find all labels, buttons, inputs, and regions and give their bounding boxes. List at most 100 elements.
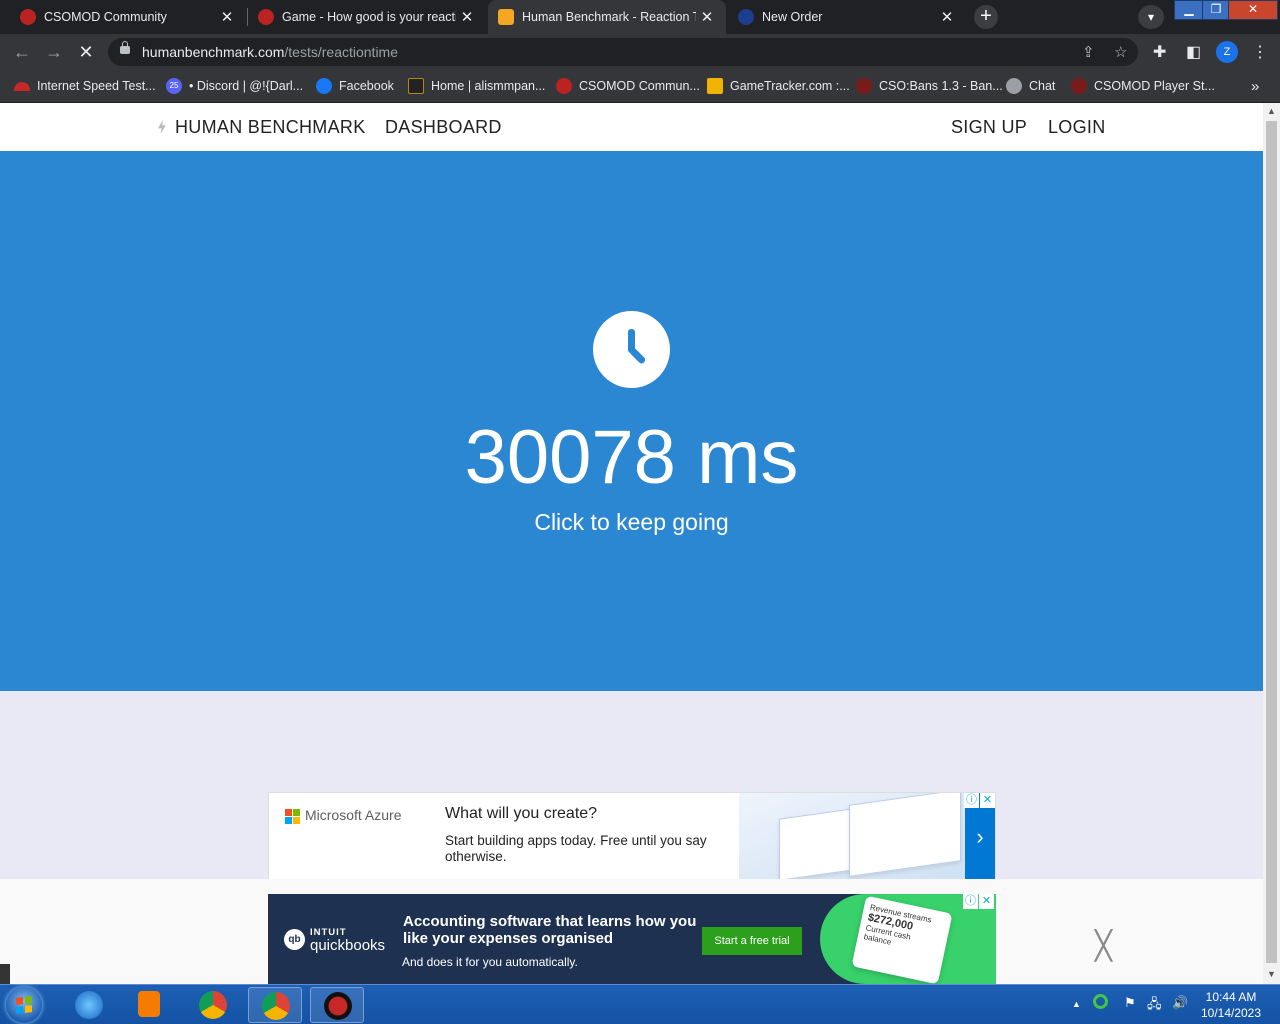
forward-arrow-icon[interactable]: → — [40, 34, 68, 70]
close-tab-icon[interactable]: ✕ — [936, 8, 958, 26]
network-icon[interactable]: 🖧 — [1147, 995, 1162, 1017]
site-header: HUMAN BENCHMARK DASHBOARD SIGN UP LOGIN — [0, 103, 1263, 151]
lock-icon — [120, 41, 130, 54]
lightning-favicon-icon — [498, 9, 514, 25]
taskbar-game-app[interactable] — [310, 987, 364, 1023]
internet-explorer-icon — [75, 991, 103, 1019]
minimize-window-icon[interactable]: ▁ — [1174, 0, 1204, 20]
close-tab-icon[interactable]: ✕ — [216, 8, 238, 26]
page-scrollbar[interactable]: ▲ ▼ — [1263, 103, 1280, 984]
close-window-icon[interactable]: ✕ — [1228, 0, 1278, 20]
browser-toolbar: ← → ✕ humanbenchmark.com/tests/reactiont… — [0, 34, 1280, 70]
windows-logo-icon — [16, 996, 32, 1014]
page-viewport: HUMAN BENCHMARK DASHBOARD SIGN UP LOGIN … — [0, 103, 1263, 984]
adchoices-icon[interactable]: ⓘ — [964, 793, 979, 808]
volume-icon[interactable]: 🔊 — [1172, 995, 1188, 1011]
facebook-icon — [316, 78, 332, 94]
bookmark-facebook[interactable]: Facebook — [316, 70, 394, 102]
taskbar-chrome[interactable] — [186, 987, 240, 1023]
csomod-favicon-icon — [20, 9, 36, 25]
azure-ad-banner[interactable]: Microsoft Azure What will you create? St… — [268, 792, 996, 882]
signup-link[interactable]: SIGN UP — [951, 117, 1027, 138]
ad-dashboard-image — [739, 793, 967, 881]
clock-icon — [593, 311, 670, 388]
csomod-icon — [1071, 78, 1087, 94]
show-hidden-icons[interactable]: ▲ — [1072, 999, 1081, 1009]
ad-brand: Microsoft Azure — [305, 807, 402, 823]
chrome-icon — [199, 991, 227, 1019]
continue-prompt: Click to keep going — [534, 509, 729, 535]
tab-title: Game - How good is your reaction — [282, 10, 456, 24]
tab-csomod-community[interactable]: CSOMOD Community ✕ — [0, 0, 246, 34]
panel-icon — [408, 78, 424, 94]
brand-link[interactable]: HUMAN BENCHMARK — [175, 117, 366, 138]
system-clock[interactable]: 10:44 AM 10/14/2023 — [1196, 989, 1266, 1021]
speedometer-icon — [14, 81, 30, 91]
ad-body: Start building apps today. Free until yo… — [445, 833, 707, 864]
scrollbar-thumb[interactable] — [1266, 121, 1277, 963]
bookmark-discord[interactable]: 25 • Discord | @!{Darl... — [166, 70, 303, 102]
action-center-flag-icon[interactable]: ⚑ — [1124, 995, 1136, 1011]
tab-new-order[interactable]: New Order ✕ — [728, 0, 966, 34]
bookmark-csobans[interactable]: CSO:Bans 1.3 - Ban... — [856, 70, 1003, 102]
bookmark-chat[interactable]: Chat — [1006, 70, 1055, 102]
quickbooks-ad-banner[interactable]: qb INTUIT quickbooks Accounting software… — [268, 894, 996, 984]
clock-date: 10/14/2023 — [1200, 1006, 1262, 1020]
stop-loading-icon[interactable]: ✕ — [72, 34, 100, 70]
csobans-icon — [856, 78, 872, 94]
back-arrow-icon[interactable]: ← — [8, 34, 36, 70]
chrome-profile-icon — [262, 992, 290, 1020]
close-anchor-ad-icon[interactable]: ╳ — [1095, 929, 1112, 962]
restore-window-icon[interactable]: ❐ — [1202, 0, 1230, 20]
globe-icon — [1006, 78, 1022, 94]
bookmarks-overflow-icon[interactable]: » — [1251, 70, 1259, 102]
tab-search-chevron-icon[interactable]: ▾ — [1138, 5, 1164, 29]
taskbar-internet-explorer[interactable] — [62, 987, 116, 1023]
side-panel-icon[interactable]: ◧ — [1186, 42, 1201, 62]
csomod-icon — [556, 78, 572, 94]
bookmark-star-icon[interactable]: ☆ — [1114, 43, 1127, 61]
tab-human-benchmark[interactable]: Human Benchmark - Reaction Time ✕ — [488, 0, 726, 34]
new-order-favicon-icon — [738, 9, 754, 25]
taskbar-media-player[interactable] — [122, 987, 176, 1023]
tab-strip: CSOMOD Community ✕ Game - How good is yo… — [0, 0, 1280, 34]
start-button[interactable] — [6, 987, 42, 1023]
login-link[interactable]: LOGIN — [1048, 117, 1106, 138]
quickbooks-logo-icon: qb — [284, 929, 305, 950]
windows-taskbar: ▲ ⚑ 🖧 🔊 10:44 AM 10/14/2023 — [0, 984, 1280, 1024]
menu-kebab-icon[interactable]: ⋮ — [1252, 42, 1268, 62]
bookmark-csomod-community[interactable]: CSOMOD Commun... — [556, 70, 700, 102]
corner-widget — [0, 964, 10, 984]
ad-brand: quickbooks — [310, 937, 386, 954]
bookmark-csomod-player-stats[interactable]: CSOMOD Player St... — [1071, 70, 1215, 102]
status-tray-icon[interactable] — [1093, 994, 1108, 1009]
start-free-trial-button[interactable]: Start a free trial — [702, 927, 802, 955]
close-tab-icon[interactable]: ✕ — [696, 8, 718, 26]
scroll-down-icon[interactable]: ▼ — [1267, 969, 1276, 979]
ad-body: And does it for you automatically. — [402, 955, 578, 969]
tab-game-reaction[interactable]: Game - How good is your reaction ✕ — [248, 0, 486, 34]
bookmark-alismmpanel[interactable]: Home | alismmpan... — [408, 70, 545, 102]
taskbar-chrome-profile[interactable] — [248, 987, 302, 1023]
scroll-up-icon[interactable]: ▲ — [1267, 106, 1276, 116]
adchoices-icon[interactable]: ⓘ — [963, 894, 978, 909]
url-text[interactable]: humanbenchmark.com/tests/reactiontime — [142, 44, 398, 60]
close-tab-icon[interactable]: ✕ — [456, 8, 478, 26]
address-bar[interactable]: humanbenchmark.com/tests/reactiontime ⇪ … — [108, 38, 1138, 66]
reaction-time-result: 30078 ms — [464, 415, 799, 500]
ad-dismiss-icon[interactable]: ✕ — [979, 894, 994, 909]
game-app-icon — [324, 992, 352, 1020]
dashboard-link[interactable]: DASHBOARD — [385, 117, 502, 138]
ad-dismiss-icon[interactable]: ✕ — [980, 793, 995, 808]
bookmark-speed-test[interactable]: Internet Speed Test... — [14, 70, 156, 102]
profile-avatar[interactable]: Z — [1216, 41, 1238, 63]
new-tab-button[interactable]: + — [974, 5, 998, 29]
extensions-puzzle-icon[interactable]: ✚ — [1153, 42, 1166, 62]
bookmarks-bar: Internet Speed Test... 25 • Discord | @!… — [0, 70, 1280, 103]
clock-time: 10:44 AM — [1205, 990, 1257, 1004]
lightning-logo-icon — [158, 120, 166, 134]
reaction-test-area[interactable]: 30078 ms Click to keep going — [0, 151, 1263, 691]
bookmark-gametracker[interactable]: GameTracker.com :... — [707, 70, 850, 102]
ad-headline: Accounting software that learns how you … — [403, 913, 697, 947]
share-icon[interactable]: ⇪ — [1082, 43, 1095, 61]
